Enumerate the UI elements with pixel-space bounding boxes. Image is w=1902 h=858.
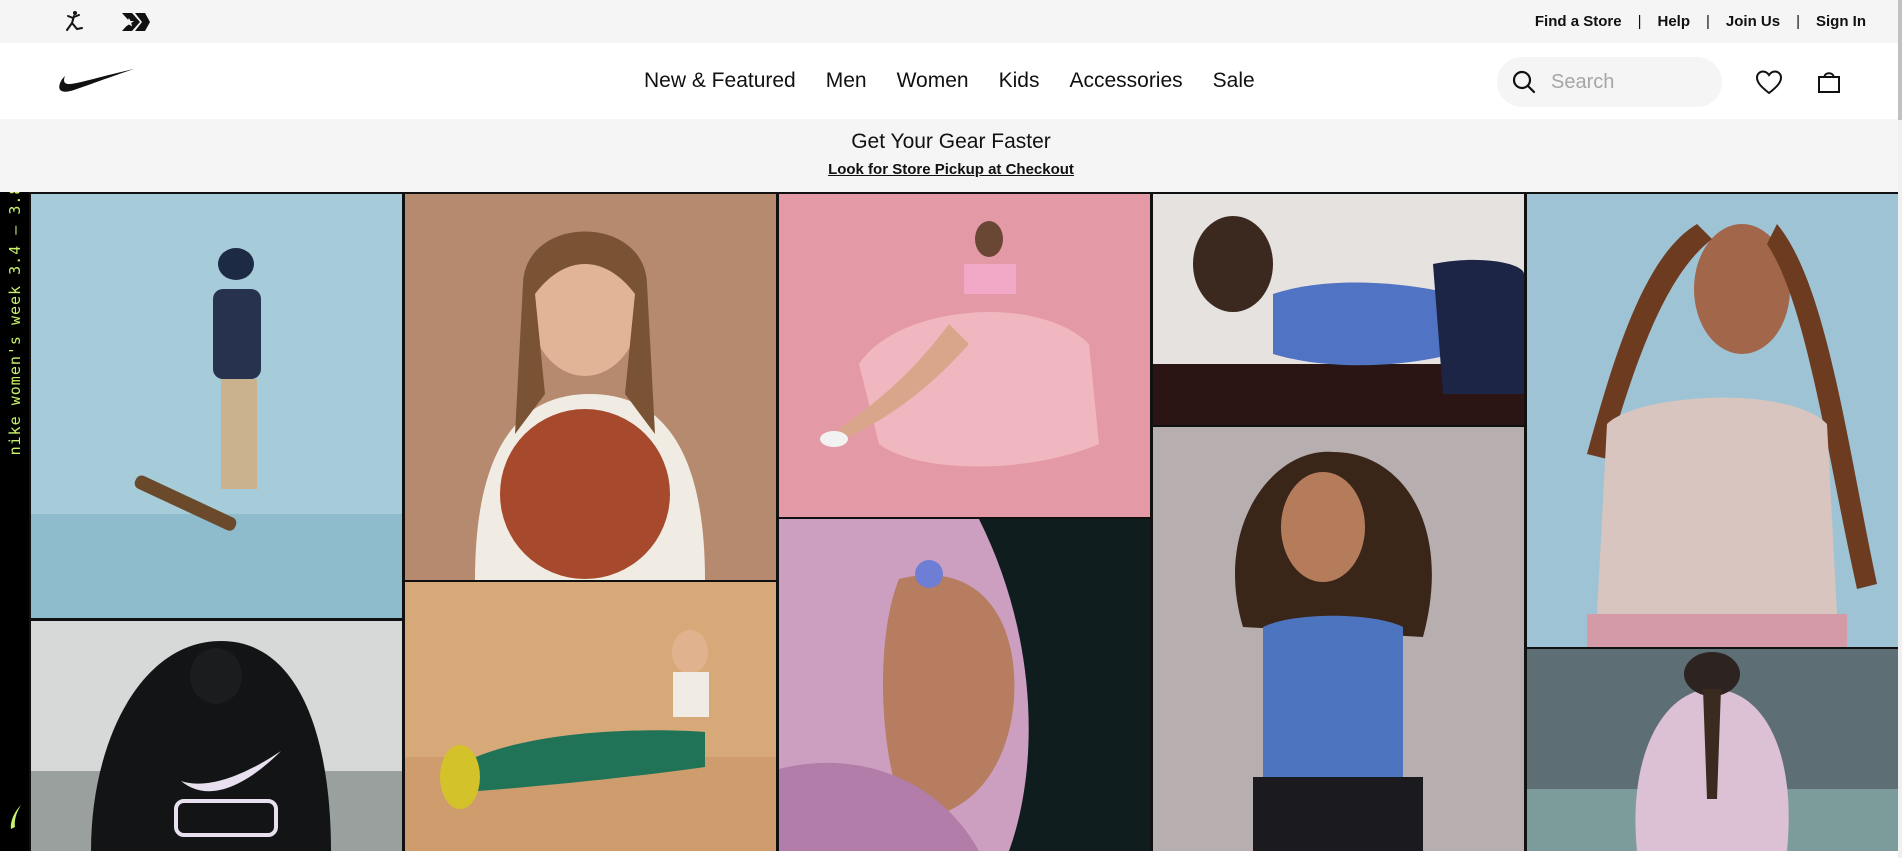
- separator: |: [1637, 13, 1642, 30]
- page-scrollbar[interactable]: [1898, 0, 1902, 858]
- hero-tile[interactable]: [1153, 427, 1524, 851]
- nike-swoosh-accent-icon: [8, 804, 22, 835]
- promo-title: Get Your Gear Faster: [851, 130, 1051, 153]
- heart-icon[interactable]: [1753, 66, 1785, 98]
- utility-links: Find a Store | Help | Join Us | Sign In: [1535, 0, 1866, 43]
- store-pickup-link[interactable]: Look for Store Pickup at Checkout: [828, 161, 1074, 178]
- nav-women[interactable]: Women: [897, 69, 969, 93]
- main-navbar: New & Featured Men Women Kids Accessorie…: [0, 43, 1902, 119]
- hero-tile[interactable]: [31, 621, 402, 851]
- hero-tile[interactable]: [779, 519, 1150, 851]
- hero-tile[interactable]: [31, 194, 402, 618]
- join-us-link[interactable]: Join Us: [1726, 13, 1780, 30]
- basketball-athlete-photo: [405, 194, 776, 580]
- pink-bomber-photo: [1527, 649, 1898, 851]
- womens-week-label: nike women's week 3.4 – 3.8: [6, 192, 24, 456]
- separator: |: [1796, 13, 1800, 30]
- vertical-side-banner: nike women's week 3.4 – 3.8: [0, 192, 29, 851]
- sign-in-link[interactable]: Sign In: [1816, 13, 1866, 30]
- hero-tile[interactable]: [405, 194, 776, 580]
- hero-tile[interactable]: [1527, 649, 1898, 851]
- help-link[interactable]: Help: [1657, 13, 1690, 30]
- nav-new-featured[interactable]: New & Featured: [644, 69, 796, 93]
- hero-tile[interactable]: [1527, 194, 1898, 647]
- pink-beanbag-photo: [779, 194, 1150, 517]
- search-bar[interactable]: [1497, 57, 1722, 107]
- nav-sale[interactable]: Sale: [1213, 69, 1255, 93]
- blue-tank-model-photo: [1153, 427, 1524, 851]
- search-icon[interactable]: [1511, 69, 1537, 95]
- converse-star-chevron-icon[interactable]: [120, 9, 150, 35]
- flower-earring-closeup-photo: [779, 519, 1150, 851]
- search-input[interactable]: [1549, 69, 1703, 95]
- scrollbar-thumb[interactable]: [1898, 0, 1902, 120]
- jordan-jumpman-icon[interactable]: [62, 9, 86, 35]
- nike-swoosh-logo[interactable]: [58, 67, 134, 97]
- hero-tile[interactable]: [405, 582, 776, 851]
- braids-mesh-top-photo: [1527, 194, 1898, 647]
- air-hoodie-group-photo: [31, 621, 402, 851]
- nav-kids[interactable]: Kids: [999, 69, 1040, 93]
- hero-tile[interactable]: [779, 194, 1150, 517]
- skateboarder-photo: [31, 194, 402, 618]
- bag-icon[interactable]: [1813, 66, 1845, 98]
- utility-bar: Find a Store | Help | Join Us | Sign In: [0, 0, 1902, 43]
- hero-collage[interactable]: nike women's week 3.4 – 3.8: [0, 192, 1898, 851]
- nav-accessories[interactable]: Accessories: [1069, 69, 1182, 93]
- promo-banner: Get Your Gear Faster Look for Store Pick…: [0, 119, 1902, 192]
- reclining-model-photo: [1153, 194, 1524, 425]
- separator: |: [1706, 13, 1710, 30]
- nav-men[interactable]: Men: [826, 69, 867, 93]
- seated-athlete-photo: [405, 582, 776, 851]
- primary-nav: New & Featured Men Women Kids Accessorie…: [644, 43, 1285, 119]
- hero-tile[interactable]: [1153, 194, 1524, 425]
- find-a-store-link[interactable]: Find a Store: [1535, 13, 1622, 30]
